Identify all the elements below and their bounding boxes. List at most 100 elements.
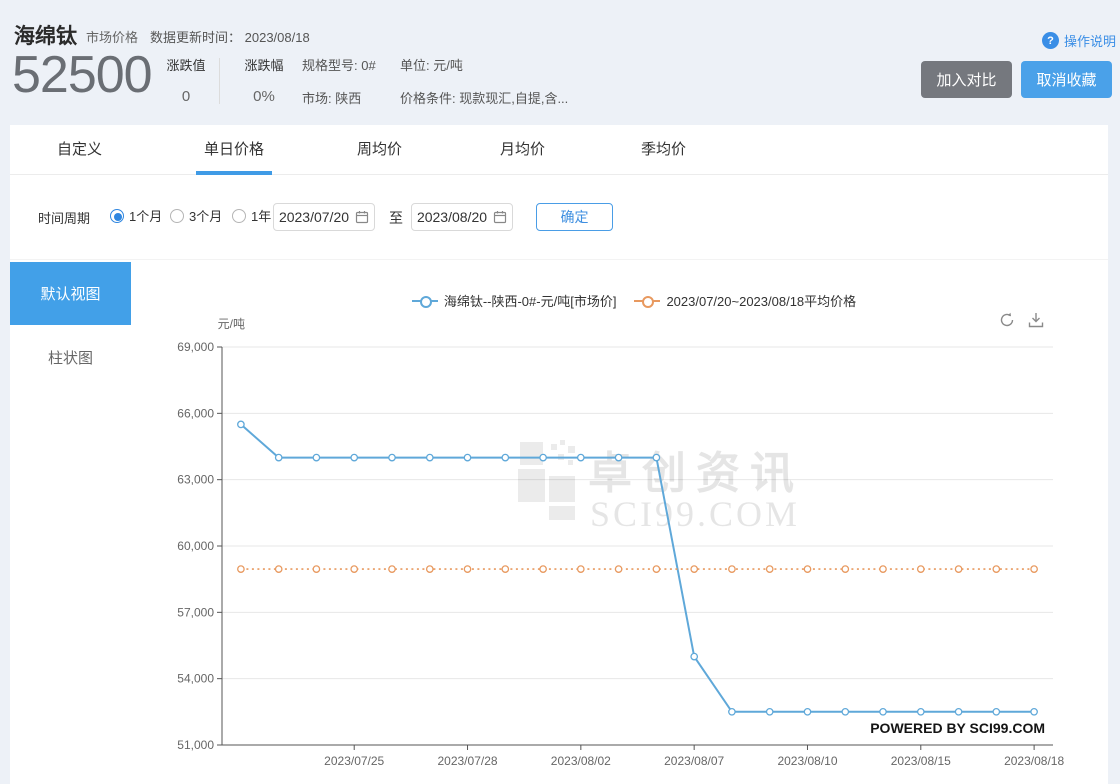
data-point[interactable]: [841, 565, 850, 573]
data-point[interactable]: [690, 565, 699, 573]
data-point[interactable]: [614, 565, 623, 573]
tab-custom[interactable]: 自定义: [57, 125, 102, 175]
data-point[interactable]: [274, 565, 283, 573]
confirm-button[interactable]: 确定: [536, 203, 613, 231]
data-point[interactable]: [388, 453, 396, 462]
data-point[interactable]: [954, 707, 963, 716]
tab-monthly-avg[interactable]: 月均价: [500, 125, 545, 175]
date-to-input[interactable]: 2023/08/20: [411, 203, 513, 231]
radio-1-year-label: 1年: [251, 209, 272, 224]
radio-1-year[interactable]: 1年: [232, 206, 271, 225]
powered-by-text: POWERED BY SCI99.COM: [870, 720, 1045, 736]
data-point[interactable]: [237, 420, 245, 429]
data-point[interactable]: [614, 453, 623, 462]
change-pct-value: 0%: [253, 88, 275, 105]
tab-quarterly-avg[interactable]: 季均价: [641, 125, 686, 175]
data-point[interactable]: [803, 707, 812, 716]
data-point[interactable]: [652, 565, 661, 573]
data-point[interactable]: [425, 453, 434, 462]
period-label: 时间周期: [38, 211, 91, 226]
legend-marker-orange-icon: [634, 295, 661, 308]
data-point[interactable]: [916, 707, 925, 716]
data-point[interactable]: [576, 453, 585, 462]
calendar-icon: [493, 211, 507, 224]
data-point[interactable]: [728, 707, 736, 716]
data-point[interactable]: [841, 707, 850, 716]
unfavorite-button[interactable]: 取消收藏: [1021, 61, 1112, 98]
radio-dot-icon: [170, 208, 184, 223]
data-point[interactable]: [576, 565, 585, 573]
add-compare-button[interactable]: 加入对比: [921, 61, 1012, 98]
date-to-value: 2023/08/20: [416, 209, 488, 225]
data-point[interactable]: [425, 565, 434, 573]
data-point[interactable]: [274, 453, 283, 462]
radio-dot-icon: [110, 208, 124, 223]
data-point[interactable]: [312, 565, 321, 573]
svg-text:2023/08/15: 2023/08/15: [891, 754, 951, 768]
app-root: 海绵钛 市场价格 数据更新时间： 2023/08/18 ? 操作说明 52500…: [0, 0, 1120, 784]
data-point[interactable]: [916, 565, 925, 573]
data-point[interactable]: [501, 565, 510, 573]
svg-text:51,000: 51,000: [177, 738, 214, 752]
change-value: 0: [181, 88, 191, 105]
svg-text:2023/08/18: 2023/08/18: [1004, 754, 1064, 768]
legend-item-market-price[interactable]: 海绵钛--陕西-0#-元/吨[市场价]: [411, 291, 617, 310]
market-line: 市场: 陕西: [302, 91, 362, 106]
data-point[interactable]: [765, 707, 774, 716]
data-point[interactable]: [237, 565, 245, 573]
data-point[interactable]: [539, 565, 547, 573]
update-time-label: 数据更新时间：: [150, 30, 242, 45]
data-point[interactable]: [350, 453, 359, 462]
legend-label-average-price: 2023/07/20~2023/08/18平均价格: [666, 294, 857, 309]
legend-label-market-price: 海绵钛--陕西-0#-元/吨[市场价]: [443, 294, 617, 309]
data-point[interactable]: [954, 565, 963, 573]
svg-text:57,000: 57,000: [177, 605, 214, 619]
svg-text:2023/08/02: 2023/08/02: [551, 754, 611, 768]
data-point[interactable]: [765, 565, 774, 573]
data-point[interactable]: [690, 652, 699, 661]
data-point[interactable]: [879, 707, 887, 716]
date-from-input[interactable]: 2023/07/20: [273, 203, 375, 231]
data-point[interactable]: [1030, 565, 1038, 573]
page-subtitle: 市场价格: [86, 30, 139, 45]
change-pct-block: 涨跌幅 0%: [233, 55, 295, 105]
update-time-value: 2023/08/18: [244, 30, 310, 45]
radio-3-month[interactable]: 3个月: [170, 206, 222, 225]
tab-daily-price[interactable]: 单日价格: [204, 125, 264, 175]
update-time: 数据更新时间： 2023/08/18: [150, 27, 310, 46]
help-link[interactable]: ? 操作说明: [1041, 31, 1116, 50]
data-point[interactable]: [539, 453, 547, 462]
data-point[interactable]: [312, 453, 321, 462]
data-point[interactable]: [728, 565, 736, 573]
data-point[interactable]: [1030, 707, 1038, 716]
data-point[interactable]: [879, 565, 887, 573]
data-point[interactable]: [501, 453, 510, 462]
data-point[interactable]: [652, 453, 661, 462]
radio-1-month[interactable]: 1个月: [110, 206, 162, 225]
data-point[interactable]: [803, 565, 812, 573]
change-value-block: 涨跌值 0: [155, 55, 217, 105]
sidebar-item-default-view[interactable]: 默认视图: [10, 262, 131, 325]
calendar-icon: [355, 211, 369, 224]
help-label: 操作说明: [1063, 34, 1116, 49]
svg-text:2023/07/28: 2023/07/28: [437, 754, 497, 768]
data-point[interactable]: [992, 565, 1001, 573]
svg-text:2023/08/07: 2023/08/07: [664, 754, 724, 768]
data-point[interactable]: [350, 565, 359, 573]
spec-market-block: 规格型号: 0# 市场: 陕西: [302, 55, 376, 107]
filter-row: 时间周期 1个月 3个月 1年 2023/07/20 至 2023/08/20 …: [10, 175, 1108, 260]
watermark-en-text: SCI99.COM: [590, 494, 800, 534]
data-point[interactable]: [463, 565, 472, 573]
sidebar-item-bar-chart[interactable]: 柱状图: [10, 347, 131, 368]
question-circle-icon: ?: [1041, 32, 1059, 49]
header-divider: [219, 58, 220, 104]
unit-line: 单位: 元/吨: [400, 58, 463, 73]
legend-item-average-price[interactable]: 2023/07/20~2023/08/18平均价格: [634, 291, 856, 310]
data-point[interactable]: [388, 565, 396, 573]
tab-weekly-avg[interactable]: 周均价: [357, 125, 402, 175]
data-point[interactable]: [992, 707, 1001, 716]
date-range-to-label: 至: [389, 210, 403, 226]
data-point[interactable]: [463, 453, 472, 462]
radio-dot-icon: [232, 208, 246, 223]
price-line-chart: 元/吨 卓创资讯 SCI99.COM 51,00054,00057,00060,…: [177, 317, 1064, 768]
